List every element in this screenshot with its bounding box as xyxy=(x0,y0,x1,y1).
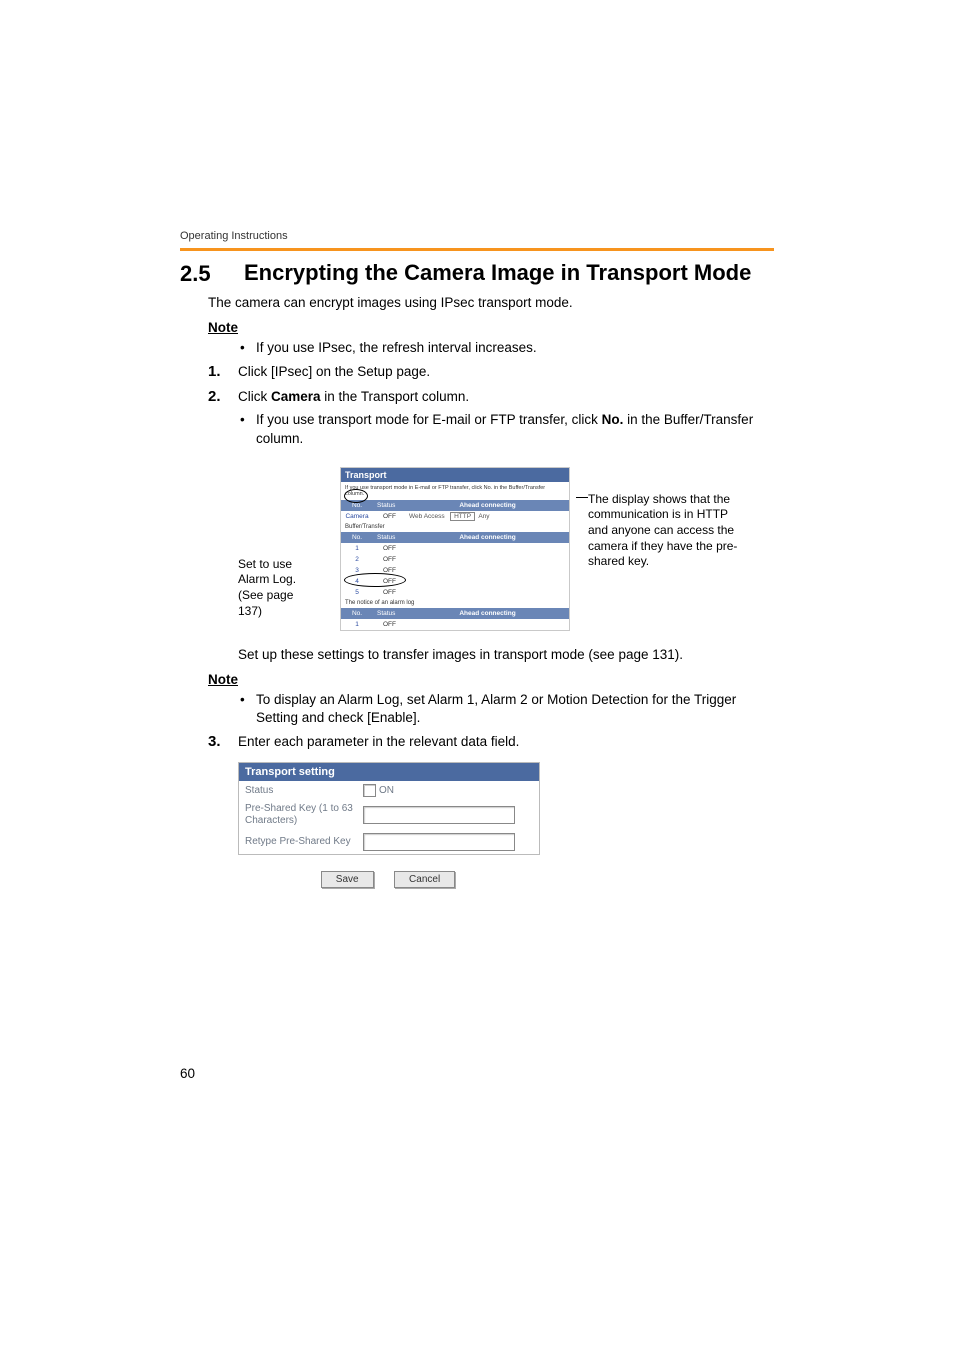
buffer-transfer-table: No. Status Ahead connecting 1OFF 2OFF 3O… xyxy=(341,532,569,598)
th-no: No. xyxy=(341,532,373,543)
th-ahead: Ahead connecting xyxy=(406,532,569,543)
table-row: 4OFF xyxy=(341,576,569,587)
step2-post: in the Transport column. xyxy=(321,389,470,404)
th-status: Status xyxy=(373,532,406,543)
th-no: No. xyxy=(341,608,373,619)
callout-connector xyxy=(576,497,588,498)
cell-status: OFF xyxy=(373,576,406,587)
cell-any: Any xyxy=(478,513,489,520)
retype-psk-label: Retype Pre-Shared Key xyxy=(245,836,363,848)
transport-panel-title: Transport xyxy=(341,468,569,482)
step1-num: 1. xyxy=(208,363,238,382)
step2-text: Click Camera in the Transport column. xyxy=(238,388,469,407)
cell-no-link[interactable]: 5 xyxy=(341,587,373,598)
running-head: Operating Instructions xyxy=(180,230,774,242)
cell-status: OFF xyxy=(373,565,406,576)
transport-camera-table: No. Status Ahead connecting Camera OFF W… xyxy=(341,500,569,522)
note-label-1: Note xyxy=(208,320,774,335)
cell-no-link[interactable]: 1 xyxy=(341,619,373,630)
cell-camera-link[interactable]: Camera xyxy=(341,511,373,522)
figure-left-callout: Set to use Alarm Log. (See page 137) xyxy=(238,557,318,619)
th-status: Status xyxy=(373,500,406,511)
cell-no-link[interactable]: 4 xyxy=(341,576,373,587)
transport-setting-title: Transport setting xyxy=(239,763,539,781)
table-row: 1OFF xyxy=(341,619,569,630)
table-row: Camera OFF Web Access HTTP Any xyxy=(341,511,569,522)
cell-status: OFF xyxy=(373,619,406,630)
cell-status: OFF xyxy=(373,554,406,565)
section-title: Encrypting the Camera Image in Transport… xyxy=(244,261,751,287)
step1-text: Click [IPsec] on the Setup page. xyxy=(238,363,430,382)
cell-status: OFF xyxy=(373,587,406,598)
transport-setting-panel: Transport setting Status ON Pre-Shared K… xyxy=(238,762,540,855)
step2-bullet: If you use transport mode for E-mail or … xyxy=(256,411,774,449)
step2-bullet-pre: If you use transport mode for E-mail or … xyxy=(256,412,602,427)
figure-right-callout: The display shows that the communication… xyxy=(588,492,748,570)
step2-bold: Camera xyxy=(271,389,321,404)
buffer-transfer-label: Buffer/Transfer xyxy=(341,522,569,532)
table-row: 3OFF xyxy=(341,565,569,576)
step2-num: 2. xyxy=(208,388,238,407)
retype-psk-input[interactable] xyxy=(363,833,515,851)
cell-status: OFF xyxy=(373,511,406,522)
cell-no-link[interactable]: 3 xyxy=(341,565,373,576)
header-rule xyxy=(180,248,774,251)
cell-no-link[interactable]: 1 xyxy=(341,543,373,554)
note-label-2: Note xyxy=(208,672,774,687)
status-label: Status xyxy=(245,785,363,797)
status-checkbox[interactable] xyxy=(363,784,376,797)
th-ahead: Ahead connecting xyxy=(406,608,569,619)
cell-http: HTTP xyxy=(450,512,475,521)
th-ahead: Ahead connecting xyxy=(406,500,569,511)
transport-panel-note: If you use transport mode in E-mail or F… xyxy=(341,482,569,500)
cancel-button[interactable]: Cancel xyxy=(394,871,455,888)
step2-bullet-bold: No. xyxy=(602,412,624,427)
section-number: 2.5 xyxy=(180,261,244,287)
table-row: 1OFF xyxy=(341,543,569,554)
page-number: 60 xyxy=(180,1066,195,1081)
alarm-log-label: The notice of an alarm log xyxy=(341,598,569,608)
th-no: No. xyxy=(341,500,373,511)
step2-pre: Click xyxy=(238,389,271,404)
cell-no-link[interactable]: 2 xyxy=(341,554,373,565)
note1-bullet: If you use IPsec, the refresh interval i… xyxy=(256,339,774,357)
cell-status: OFF xyxy=(373,543,406,554)
intro-text: The camera can encrypt images using IPse… xyxy=(208,295,774,310)
note2-bullet: To display an Alarm Log, set Alarm 1, Al… xyxy=(256,691,774,727)
step3-text: Enter each parameter in the relevant dat… xyxy=(238,733,519,752)
th-status: Status xyxy=(373,608,406,619)
psk-input[interactable] xyxy=(363,806,515,824)
cell-webaccess: Web Access xyxy=(409,513,445,520)
alarm-log-table: No. Status Ahead connecting 1OFF xyxy=(341,608,569,630)
step3-num: 3. xyxy=(208,733,238,752)
psk-label: Pre-Shared Key (1 to 63 Characters) xyxy=(245,803,363,827)
setup-line: Set up these settings to transfer images… xyxy=(238,647,774,662)
transport-panel: Transport If you use transport mode in E… xyxy=(340,467,570,631)
cell-detail: Web Access HTTP Any xyxy=(406,511,569,522)
status-on-text: ON xyxy=(379,785,394,796)
save-button[interactable]: Save xyxy=(321,871,374,888)
figure-zone: Set to use Alarm Log. (See page 137) The… xyxy=(180,467,774,637)
table-row: 2OFF xyxy=(341,554,569,565)
table-row: 5OFF xyxy=(341,587,569,598)
